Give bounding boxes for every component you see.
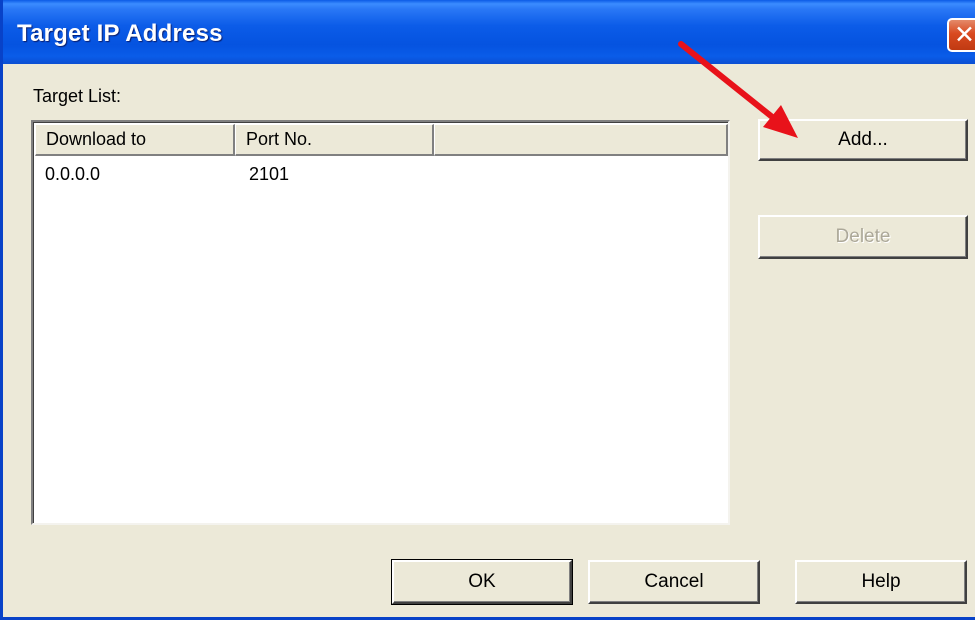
table-row[interactable]: 0.0.0.0 2101 [35, 160, 728, 188]
column-header-empty[interactable] [434, 124, 728, 156]
delete-button[interactable]: Delete [758, 215, 968, 259]
help-button[interactable]: Help [795, 560, 967, 604]
cell-download-to: 0.0.0.0 [45, 164, 101, 184]
close-button[interactable]: ✕ [947, 18, 975, 52]
list-header: Download to Port No. [35, 124, 728, 156]
ok-button[interactable]: OK [391, 559, 573, 605]
title-bar[interactable]: Target IP Address ✕ [3, 0, 975, 64]
dialog-window: Target IP Address ✕ Target List: Downloa… [0, 0, 975, 620]
column-header-download-to[interactable]: Download to [35, 124, 235, 156]
close-icon[interactable]: ✕ [954, 23, 975, 48]
window-title: Target IP Address [17, 20, 223, 47]
cell-port-no: 2101 [249, 164, 290, 184]
column-header-port-no[interactable]: Port No. [235, 124, 434, 156]
add-button[interactable]: Add... [758, 119, 968, 161]
target-list-view[interactable]: Download to Port No. 0.0.0.0 2101 [31, 120, 730, 525]
cancel-button[interactable]: Cancel [588, 560, 760, 604]
target-list-label: Target List: [33, 86, 122, 106]
